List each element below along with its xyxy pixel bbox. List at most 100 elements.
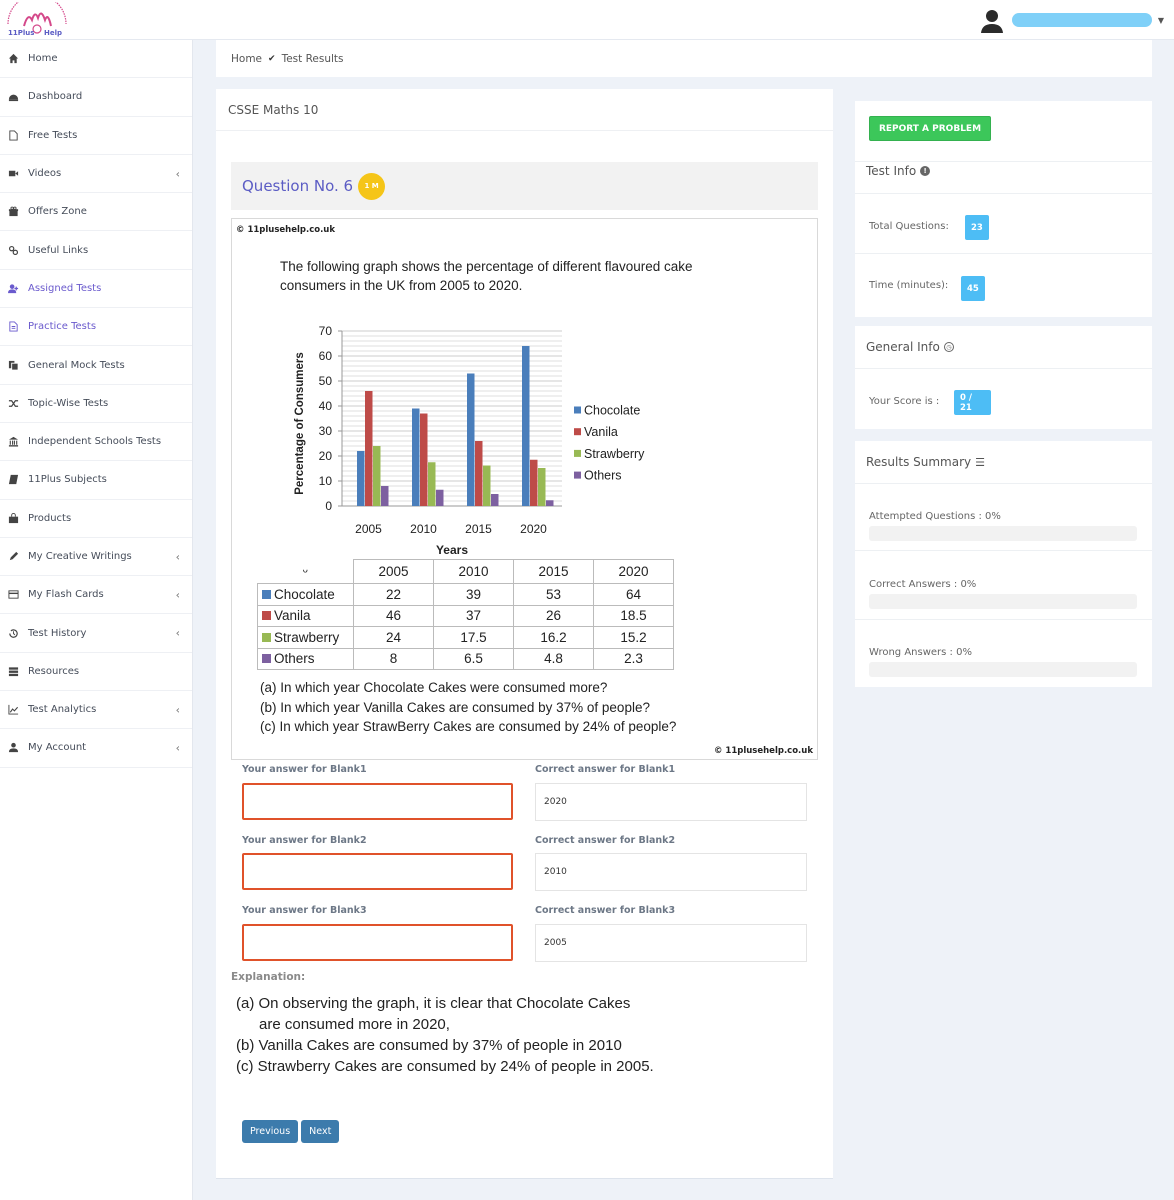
x-axis-label: Years <box>436 543 468 557</box>
sidebar-item-videos[interactable]: Videos ‹ <box>0 155 192 194</box>
previous-button[interactable]: Previous <box>242 1120 299 1143</box>
site-logo[interactable]: 11Plus Help <box>2 0 72 38</box>
copyright-top: © 11plusehelp.co.uk <box>236 225 336 235</box>
your-answer-label-3: Your answer for Blank3 <box>242 905 367 916</box>
bar-chocolate-2005 <box>357 451 365 506</box>
sidebar-item-label: Test History <box>28 627 87 639</box>
document-icon <box>7 321 19 333</box>
sidebar-item-label: Practice Tests <box>28 321 97 333</box>
svg-text:Help: Help <box>44 29 62 37</box>
legend-swatch <box>262 589 271 599</box>
sub-questions: (a) In which year Chocolate Cakes were c… <box>260 678 676 737</box>
bar-others-2015 <box>491 494 499 506</box>
sidebar-item-practice-tests[interactable]: Practice Tests <box>0 308 192 347</box>
wrong-answers-label: Wrong Answers : 0% <box>869 647 972 658</box>
table-row-label: Others <box>274 651 315 667</box>
correct-answer-label-3: Correct answer for Blank3 <box>535 905 676 916</box>
bar-vanila-2015 <box>475 441 483 506</box>
test-info-heading: Test Info ! <box>866 164 931 178</box>
marks-badge: 1 M <box>358 172 386 200</box>
divider <box>855 253 1152 254</box>
report-problem-button[interactable]: REPORT A PROBLEM <box>869 116 991 141</box>
sidebar-item-my-flash-cards[interactable]: My Flash Cards ‹ <box>0 576 192 615</box>
breadcrumb-home[interactable]: Home <box>231 53 262 65</box>
sidebar-item-label: Assigned Tests <box>28 282 102 294</box>
chevron-left-icon[interactable]: ‹ <box>176 588 180 601</box>
general-info-panel: General Info ◷ Your Score is : 0 / 21 <box>855 326 1152 429</box>
bar-others-2020 <box>546 500 554 506</box>
user-plus-icon <box>7 282 19 294</box>
table-cell: 46 <box>353 604 434 627</box>
sidebar-item-label: Test Analytics <box>28 704 97 716</box>
sidebar-item-label: My Flash Cards <box>28 589 104 601</box>
chevron-left-icon[interactable]: ‹ <box>176 741 180 754</box>
info-icon: ! <box>920 166 931 176</box>
sidebar-item-my-creative-writings[interactable]: My Creative Writings ‹ <box>0 538 192 577</box>
table-row-header: Chocolate <box>257 583 354 606</box>
sidebar-item-offers-zone[interactable]: Offers Zone <box>0 193 192 232</box>
table-row-header: Others <box>257 647 354 670</box>
sidebar-item-products[interactable]: Products <box>0 500 192 538</box>
table-corner: ᵕ <box>257 559 354 584</box>
sidebar-item-label: Dashboard <box>28 91 83 103</box>
x-tick-label: 2020 <box>520 522 547 536</box>
sidebar: Home Dashboard Free Tests Videos ‹ Offers Zon… <box>0 40 193 1200</box>
sidebar-item-dashboard[interactable]: Dashboard <box>0 78 192 117</box>
results-summary-panel: Results Summary ☰ Attempted Questions : … <box>855 441 1152 687</box>
sidebar-item-useful-links[interactable]: Useful Links <box>0 231 192 270</box>
sidebar-item-assigned-tests[interactable]: Assigned Tests <box>0 270 192 309</box>
test-title: CSSE Maths 10 <box>216 89 833 131</box>
chevron-left-icon[interactable]: ‹ <box>176 167 180 180</box>
question-navigation: Previous Next <box>242 1120 340 1143</box>
test-info-title: Test Info <box>866 164 917 178</box>
sidebar-item-label: Topic-Wise Tests <box>28 397 109 409</box>
sidebar-item-label: My Creative Writings <box>28 551 132 562</box>
your-answer-label-2: Your answer for Blank2 <box>242 835 367 846</box>
table-cell: 6.5 <box>433 647 514 670</box>
table-cell: 64 <box>593 583 674 606</box>
sidebar-item-label: Free Tests <box>28 129 78 141</box>
next-button[interactable]: Next <box>301 1120 340 1143</box>
pencil-icon <box>7 551 19 563</box>
divider <box>855 368 1152 369</box>
explanation-line: (c) Strawberry Cakes are consumed by 24%… <box>236 1058 654 1075</box>
sidebar-item-topic-wise-tests[interactable]: Topic-Wise Tests <box>0 385 192 423</box>
chevron-left-icon[interactable]: ‹ <box>176 627 180 640</box>
explanation-text: (a) On observing the graph, it is clear … <box>236 993 654 1077</box>
table-cell: 39 <box>433 583 514 606</box>
your-answer-input-1[interactable] <box>242 783 513 820</box>
your-answer-input-3[interactable] <box>242 924 513 961</box>
bar-vanila-2005 <box>365 391 373 506</box>
sidebar-item-home[interactable]: Home <box>0 40 192 79</box>
link-icon <box>7 244 19 256</box>
total-questions-label: Total Questions: <box>869 221 949 232</box>
sidebar-item-general-mock-tests[interactable]: General Mock Tests <box>0 346 192 385</box>
attempted-questions-label: Attempted Questions : 0% <box>869 511 1001 522</box>
sidebar-item-label: Useful Links <box>28 244 89 256</box>
sidebar-item-11plus-subjects[interactable]: 11Plus Subjects <box>0 461 192 500</box>
sidebar-item-label: Offers Zone <box>28 206 87 218</box>
chevron-left-icon[interactable]: ‹ <box>176 550 180 563</box>
copyright-bottom: © 11plusehelp.co.uk <box>713 746 813 756</box>
sidebar-item-free-tests[interactable]: Free Tests <box>0 117 192 155</box>
sidebar-item-test-analytics[interactable]: Test Analytics ‹ <box>0 691 192 730</box>
bar-strawberry-2020 <box>538 468 546 506</box>
sidebar-item-independent-schools-tests[interactable]: Independent Schools Tests <box>0 423 192 462</box>
correct-answer-label-2: Correct answer for Blank2 <box>535 835 676 846</box>
divider <box>855 619 1152 620</box>
sidebar-item-test-history[interactable]: Test History ‹ <box>0 614 192 653</box>
y-tick-label: 0 <box>325 499 332 513</box>
dashboard-icon <box>7 91 19 103</box>
user-menu[interactable]: ▼ <box>978 6 1164 34</box>
y-tick-label: 10 <box>319 474 333 488</box>
chevron-left-icon[interactable]: ‹ <box>176 703 180 716</box>
sidebar-item-my-account[interactable]: My Account ‹ <box>0 729 192 768</box>
sub-question: (c) In which year StrawBerry Cakes are c… <box>260 719 677 734</box>
your-answer-input-2[interactable] <box>242 853 513 890</box>
results-summary-title: Results Summary <box>866 455 972 469</box>
breadcrumb-current: Test Results <box>281 52 344 65</box>
general-info-heading: General Info ◷ <box>866 340 954 354</box>
sidebar-item-resources[interactable]: Resources <box>0 653 192 692</box>
caret-down-icon: ▼ <box>1157 15 1164 25</box>
table-cell: 24 <box>353 626 434 649</box>
